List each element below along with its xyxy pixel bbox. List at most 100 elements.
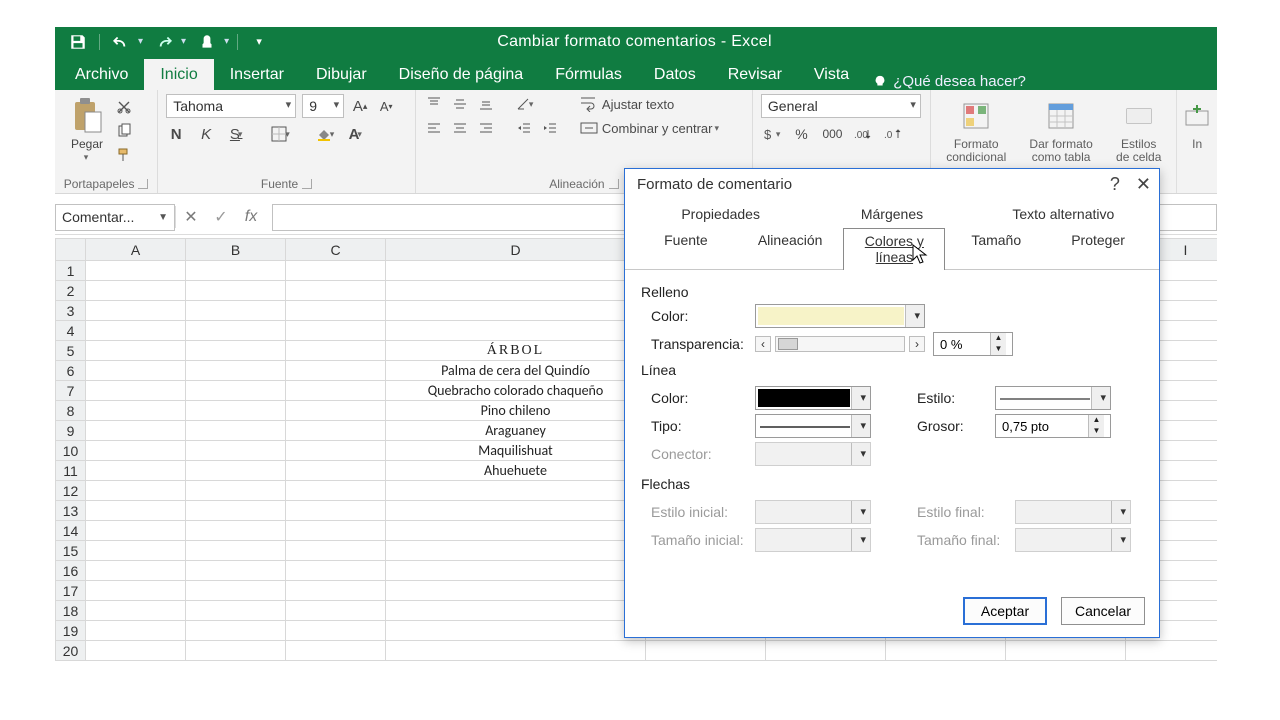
increase-decimal-icon[interactable]: .00 <box>853 124 873 144</box>
spin-down-icon[interactable]: ▼ <box>991 344 1006 355</box>
slider-thumb[interactable] <box>778 338 798 350</box>
align-left-icon[interactable] <box>424 118 444 138</box>
cell[interactable] <box>86 381 186 401</box>
cell[interactable] <box>186 281 286 301</box>
cell[interactable] <box>286 421 386 441</box>
cell[interactable] <box>1006 641 1126 661</box>
decrease-decimal-icon[interactable]: .0 <box>883 124 903 144</box>
cell[interactable] <box>386 581 646 601</box>
cut-icon[interactable] <box>113 97 135 117</box>
cell[interactable] <box>86 501 186 521</box>
cell[interactable] <box>286 541 386 561</box>
cell[interactable]: Araguaney <box>386 421 646 441</box>
col-header-b[interactable]: B <box>186 239 286 261</box>
cell[interactable] <box>186 461 286 481</box>
cell[interactable] <box>386 321 646 341</box>
percent-button[interactable]: % <box>791 124 811 144</box>
paste-button[interactable]: Pegar ▾ <box>63 94 111 165</box>
cell[interactable] <box>286 321 386 341</box>
cell[interactable] <box>186 581 286 601</box>
cell-styles-button[interactable]: Estilos de celda▾ <box>1109 94 1168 178</box>
cell[interactable] <box>286 561 386 581</box>
increase-font-icon[interactable]: A▴ <box>350 96 370 116</box>
cell[interactable] <box>86 441 186 461</box>
cell[interactable] <box>286 301 386 321</box>
cell[interactable] <box>86 461 186 481</box>
italic-button[interactable]: K <box>196 124 216 144</box>
cell[interactable] <box>386 561 646 581</box>
cell[interactable] <box>286 261 386 281</box>
alineacion-launcher[interactable] <box>609 179 619 189</box>
decrease-indent-icon[interactable] <box>514 118 534 138</box>
align-center-icon[interactable] <box>450 118 470 138</box>
cell[interactable] <box>86 301 186 321</box>
tab-diseno-pagina[interactable]: Diseño de página <box>383 59 540 90</box>
cell[interactable] <box>386 501 646 521</box>
cell[interactable] <box>186 341 286 361</box>
cell[interactable]: Quebracho colorado chaqueño <box>386 381 646 401</box>
cell[interactable] <box>386 261 646 281</box>
row-header[interactable]: 16 <box>56 561 86 581</box>
row-header[interactable]: 19 <box>56 621 86 641</box>
fuente-launcher[interactable] <box>302 179 312 189</box>
tab-texto-alternativo[interactable]: Texto alternativo <box>978 201 1149 227</box>
tab-archivo[interactable]: Archivo <box>59 59 144 90</box>
spin-up-icon[interactable]: ▲ <box>991 333 1006 344</box>
copy-icon[interactable] <box>113 121 135 141</box>
format-painter-icon[interactable] <box>113 145 135 165</box>
cell[interactable] <box>86 261 186 281</box>
undo-caret[interactable]: ▾ <box>138 36 143 47</box>
cell[interactable] <box>86 341 186 361</box>
cell[interactable] <box>86 361 186 381</box>
tab-vista[interactable]: Vista <box>798 59 865 90</box>
cell[interactable] <box>86 541 186 561</box>
orientation-button[interactable]: ▾ <box>514 94 535 114</box>
tab-inicio[interactable]: Inicio <box>144 59 213 90</box>
cell[interactable] <box>186 521 286 541</box>
portapapeles-launcher[interactable] <box>138 179 148 189</box>
cell[interactable] <box>186 541 286 561</box>
cell[interactable] <box>86 561 186 581</box>
redo-icon[interactable] <box>151 31 177 53</box>
increase-indent-icon[interactable] <box>540 118 560 138</box>
transparencia-slider[interactable]: ‹ › <box>755 336 925 352</box>
cell[interactable] <box>286 621 386 641</box>
dialog-help-icon[interactable]: ? <box>1110 174 1120 195</box>
cell[interactable] <box>86 401 186 421</box>
cell[interactable]: ÁRBOL <box>386 341 646 361</box>
tab-datos[interactable]: Datos <box>638 59 712 90</box>
tab-insertar[interactable]: Insertar <box>214 59 300 90</box>
cell[interactable] <box>386 641 646 661</box>
row-header[interactable]: 18 <box>56 601 86 621</box>
row-header[interactable]: 2 <box>56 281 86 301</box>
grosor-spin-up[interactable]: ▲ <box>1089 415 1104 426</box>
cell[interactable] <box>86 321 186 341</box>
slider-right-arrow[interactable]: › <box>909 336 925 352</box>
formula-cancel-icon[interactable]: ✕ <box>176 207 206 227</box>
grosor-spin-down[interactable]: ▼ <box>1089 426 1104 437</box>
font-color-button[interactable]: A▾ <box>345 124 365 144</box>
cell[interactable] <box>386 601 646 621</box>
cell[interactable] <box>186 481 286 501</box>
cell[interactable] <box>86 481 186 501</box>
conditional-format-button[interactable]: Formato condicional▾ <box>939 94 1013 178</box>
row-header[interactable]: 13 <box>56 501 86 521</box>
cell[interactable] <box>386 301 646 321</box>
row-header[interactable]: 6 <box>56 361 86 381</box>
transparencia-spinner[interactable]: ▲▼ <box>933 332 1013 356</box>
tab-proteger[interactable]: Proteger <box>1047 227 1149 269</box>
cell[interactable] <box>286 381 386 401</box>
cell[interactable] <box>766 641 886 661</box>
cell[interactable] <box>86 521 186 541</box>
format-as-table-button[interactable]: Dar formato como tabla▾ <box>1019 94 1103 178</box>
tell-me[interactable]: ¿Qué desea hacer? <box>873 73 1026 90</box>
cell[interactable] <box>186 421 286 441</box>
cell[interactable] <box>86 641 186 661</box>
row-header[interactable]: 15 <box>56 541 86 561</box>
decrease-font-icon[interactable]: A▾ <box>376 96 396 116</box>
row-header[interactable]: 12 <box>56 481 86 501</box>
cell[interactable] <box>186 361 286 381</box>
row-header[interactable]: 7 <box>56 381 86 401</box>
row-header[interactable]: 9 <box>56 421 86 441</box>
transparencia-value[interactable] <box>934 333 990 355</box>
